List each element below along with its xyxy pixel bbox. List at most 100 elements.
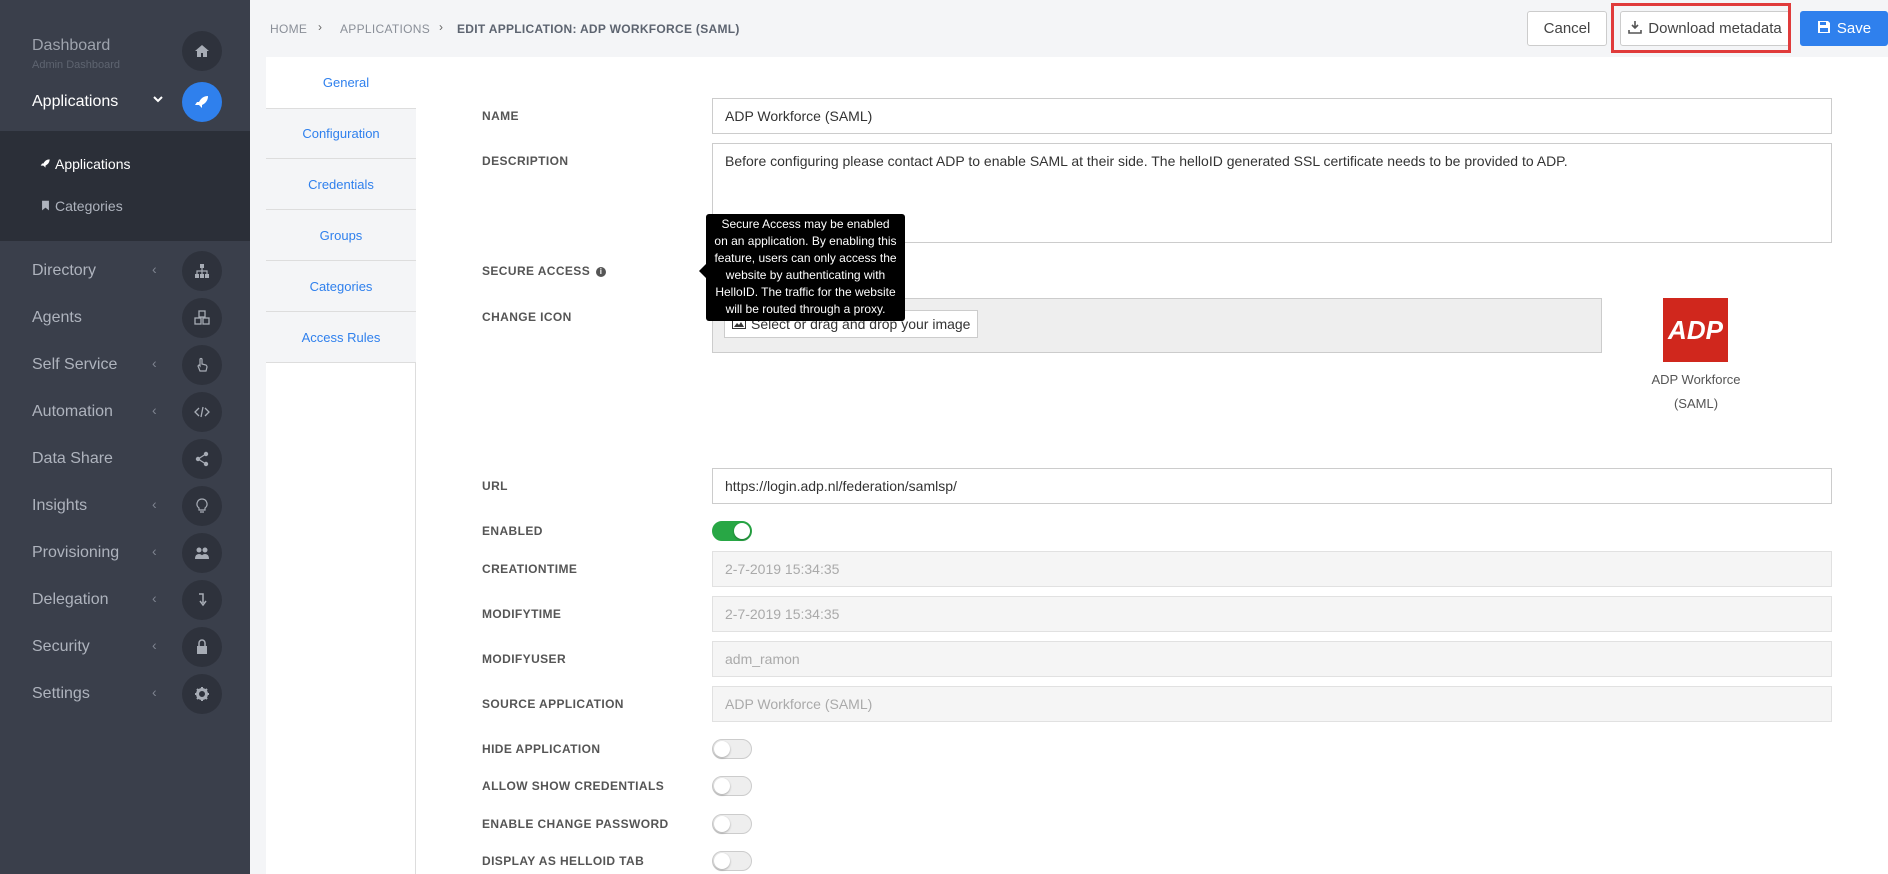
nav-delegation[interactable]: Delegation ‹ (0, 577, 250, 623)
modifyuser-field: adm_ramon (712, 641, 1832, 677)
sitemap-icon (182, 251, 222, 291)
chevron-left-icon: ‹ (152, 684, 157, 700)
hide-application-toggle[interactable] (712, 739, 752, 759)
icon-preview-caption: ADP Workforce (SAML) (1640, 368, 1752, 416)
tab-access-rules[interactable]: Access Rules (266, 312, 416, 363)
nav-label: Directory (32, 262, 97, 279)
chevron-right-icon: › (439, 20, 443, 34)
save-icon (1817, 20, 1831, 38)
nav-data-share[interactable]: Data Share (0, 436, 250, 482)
chevron-left-icon: ‹ (152, 261, 157, 277)
modifytime-field: 2-7-2019 15:34:35 (712, 596, 1832, 632)
lightbulb-icon (182, 486, 222, 526)
tooltip-arrow (699, 264, 706, 278)
chevron-left-icon: ‹ (152, 402, 157, 418)
modifyuser-label: MODIFYUSER (482, 652, 567, 666)
home-icon[interactable] (182, 31, 222, 71)
chevron-left-icon: ‹ (152, 637, 157, 653)
breadcrumb-current: EDIT APPLICATION: ADP WORKFORCE (SAML) (457, 22, 740, 36)
tooltip-line: website by authenticating with (725, 268, 886, 282)
rocket-icon[interactable] (182, 82, 222, 122)
enable-change-password-toggle[interactable] (712, 814, 752, 834)
nav-applications[interactable]: Applications (0, 79, 250, 125)
nav-label: Security (32, 638, 90, 655)
tooltip-line: HelloID. The traffic for the website (715, 285, 896, 299)
toggle-knob (714, 853, 730, 869)
toggle-knob (734, 523, 750, 539)
code-icon (182, 392, 222, 432)
enabled-toggle[interactable] (712, 521, 752, 541)
breadcrumb-applications[interactable]: APPLICATIONS (340, 22, 430, 36)
nav-provisioning[interactable]: Provisioning ‹ (0, 530, 250, 576)
nav-label: Delegation (32, 591, 109, 608)
nav-agents[interactable]: Agents (0, 295, 250, 341)
tooltip-line: feature, users can only access the (714, 251, 897, 265)
source-application-label: SOURCE APPLICATION (482, 697, 624, 711)
tab-general[interactable]: General (266, 57, 426, 108)
nav-security[interactable]: Security ‹ (0, 624, 250, 670)
allow-show-credentials-toggle[interactable] (712, 776, 752, 796)
toggle-knob (714, 741, 730, 757)
nav-dashboard-sublabel: Admin Dashboard (32, 59, 121, 71)
nav-label: Insights (32, 497, 88, 514)
info-icon[interactable]: i (596, 266, 607, 277)
enable-change-password-label: ENABLE CHANGE PASSWORD (482, 817, 669, 831)
name-label: NAME (482, 109, 519, 123)
breadcrumb-home[interactable]: HOME (270, 22, 307, 36)
toggle-knob (714, 778, 730, 794)
nav-label: Provisioning (32, 544, 120, 561)
url-input[interactable]: https://login.adp.nl/federation/samlsp/ (712, 468, 1832, 504)
save-button[interactable]: Save (1800, 11, 1888, 46)
tab-label: Categories (309, 278, 373, 294)
tooltip-line: Secure Access may be enabled (721, 217, 890, 231)
url-label: URL (482, 479, 508, 493)
change-icon-label: CHANGE ICON (482, 310, 572, 324)
chevron-left-icon: ‹ (152, 543, 157, 559)
bookmark-icon (40, 198, 51, 214)
tab-label: Credentials (308, 176, 374, 192)
nav-dashboard[interactable]: Dashboard Admin Dashboard (0, 28, 250, 74)
share-icon (182, 439, 222, 479)
tab-label: Access Rules (301, 329, 381, 345)
nav-directory[interactable]: Directory ‹ (0, 248, 250, 294)
nav-label: Self Service (32, 356, 118, 373)
creationtime-field: 2-7-2019 15:34:35 (712, 551, 1832, 587)
tab-configuration[interactable]: Configuration (266, 108, 416, 159)
allow-show-credentials-label: ALLOW SHOW CREDENTIALS (482, 779, 665, 793)
settings-tabs: General Configuration Credentials Groups… (266, 57, 426, 874)
rocket-icon (40, 156, 51, 172)
submenu-item-applications[interactable]: Applications (40, 156, 131, 172)
secure-access-label: SECURE ACCESS i (482, 264, 607, 278)
nav-label: Settings (32, 685, 90, 702)
tooltip-line: will be routed through a proxy. (725, 302, 886, 316)
name-input[interactable]: ADP Workforce (SAML) (712, 98, 1832, 134)
sidebar: Dashboard Admin Dashboard Applications A… (0, 0, 250, 874)
nav-applications-label: Applications (32, 93, 119, 110)
hand-pointer-icon (182, 345, 222, 385)
source-application-field: ADP Workforce (SAML) (712, 686, 1832, 722)
enabled-label: ENABLED (482, 524, 543, 538)
display-as-helloid-tab-toggle[interactable] (712, 851, 752, 871)
nav-automation[interactable]: Automation ‹ (0, 389, 250, 435)
nav-self-service[interactable]: Self Service ‹ (0, 342, 250, 388)
chevron-right-icon: › (318, 20, 322, 34)
submenu-item-categories[interactable]: Categories (40, 198, 123, 214)
icon-caption-line1: ADP Workforce (1651, 372, 1741, 387)
chevron-left-icon: ‹ (152, 496, 157, 512)
creationtime-label: CREATIONTIME (482, 562, 578, 576)
tab-label: General (322, 75, 370, 90)
nav-settings[interactable]: Settings ‹ (0, 671, 250, 717)
level-down-icon (182, 580, 222, 620)
chevron-down-icon[interactable] (152, 92, 164, 108)
nav-insights[interactable]: Insights ‹ (0, 483, 250, 529)
cancel-button[interactable]: Cancel (1527, 11, 1607, 46)
tab-credentials[interactable]: Credentials (266, 159, 416, 210)
cancel-button-label: Cancel (1543, 20, 1591, 37)
tooltip-line: on an application. By enabling this (714, 234, 897, 248)
adp-logo: ADP (1663, 298, 1728, 362)
display-as-helloid-tab-label: DISPLAY AS HELLOID TAB (482, 854, 645, 868)
hide-application-label: HIDE APPLICATION (482, 742, 601, 756)
tab-categories[interactable]: Categories (266, 261, 416, 312)
tab-groups[interactable]: Groups (266, 210, 416, 261)
toggle-knob (714, 816, 730, 832)
